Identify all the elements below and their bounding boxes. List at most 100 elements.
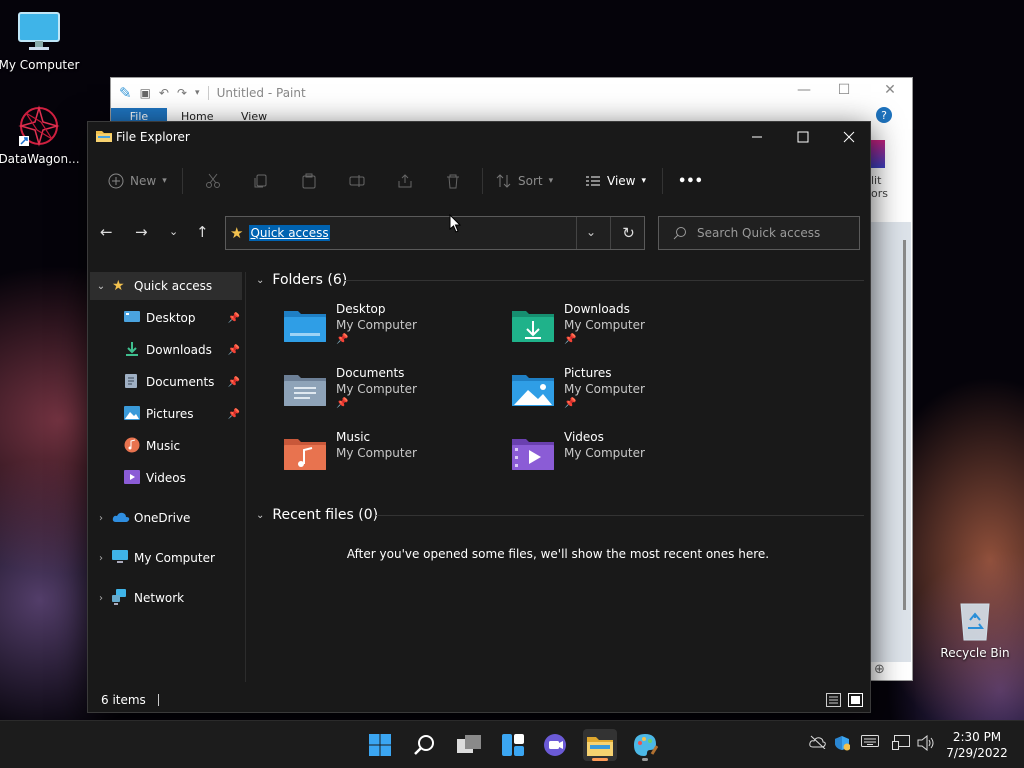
- tab-home[interactable]: Home: [181, 108, 213, 123]
- tab-file[interactable]: File: [111, 108, 167, 123]
- copy-button[interactable]: [253, 170, 269, 192]
- paint-title-bar[interactable]: ✎ ▣ ↶ ↷ ▾ Untitled - Paint — ☐ ✕: [111, 78, 912, 108]
- share-button[interactable]: [397, 170, 413, 192]
- folder-tile-documents[interactable]: Documents My Computer 📌: [284, 366, 504, 422]
- security-shield-icon[interactable]: [834, 735, 851, 755]
- desktop-icon-label: DataWagon...: [0, 152, 80, 166]
- desktop-icon-recycle-bin[interactable]: Recycle Bin: [933, 598, 1017, 660]
- details-view-icon[interactable]: [826, 693, 841, 710]
- pin-icon[interactable]: 📌: [228, 313, 240, 324]
- desktop-icon-datawagon[interactable]: DataWagon...: [0, 104, 81, 166]
- task-view-button[interactable]: [452, 729, 486, 761]
- sidebar-item-network[interactable]: › Network: [90, 584, 242, 612]
- expand-chevron-icon[interactable]: ›: [90, 553, 112, 564]
- folder-tile-downloads[interactable]: Downloads My Computer 📌: [512, 302, 732, 358]
- close-icon[interactable]: ✕: [875, 82, 905, 98]
- pin-icon[interactable]: 📌: [228, 345, 240, 356]
- chat-camera-icon: [544, 734, 566, 756]
- close-button[interactable]: [826, 122, 872, 152]
- search-box[interactable]: Search Quick access: [658, 216, 860, 250]
- paste-button[interactable]: [301, 170, 317, 192]
- sidebar-item-downloads[interactable]: Downloads 📌: [90, 336, 242, 364]
- cut-button[interactable]: [205, 170, 221, 192]
- sidebar-item-quick-access[interactable]: ⌄ ★ Quick access: [90, 272, 242, 300]
- search-placeholder[interactable]: Search Quick access: [697, 226, 820, 240]
- undo-icon[interactable]: ↶: [159, 86, 169, 100]
- folder-tile-music[interactable]: Music My Computer: [284, 430, 504, 486]
- desktop-icon-label: My Computer: [0, 58, 80, 72]
- address-dropdown-chevron-icon[interactable]: ⌄: [586, 225, 596, 239]
- sort-button[interactable]: Sort ▾: [496, 170, 553, 192]
- recent-locations-chevron-icon[interactable]: ⌄: [169, 225, 178, 238]
- collapse-chevron-icon[interactable]: ⌄: [256, 275, 264, 286]
- scrollbar[interactable]: [903, 240, 906, 610]
- music-folder-icon: [284, 436, 326, 470]
- up-arrow-icon[interactable]: ↑: [196, 223, 209, 241]
- address-text[interactable]: Quick access: [249, 225, 330, 241]
- start-button[interactable]: [363, 729, 397, 761]
- pin-icon: 📌: [564, 398, 577, 409]
- pin-icon[interactable]: 📌: [228, 409, 240, 420]
- search-button[interactable]: [408, 729, 442, 761]
- cloud-offline-icon[interactable]: [809, 735, 827, 753]
- file-explorer-taskbar-button[interactable]: [583, 729, 617, 761]
- refresh-icon[interactable]: ↻: [610, 217, 646, 249]
- folder-app-icon: [96, 129, 112, 146]
- expand-chevron-icon[interactable]: ⌄: [90, 281, 112, 292]
- recent-files-section-header[interactable]: ⌄ Recent files (0): [256, 507, 378, 523]
- large-icons-view-icon[interactable]: [848, 693, 863, 710]
- sidebar-item-music[interactable]: Music: [90, 432, 242, 460]
- sidebar-item-videos[interactable]: Videos: [90, 464, 242, 492]
- view-button[interactable]: View ▾: [585, 170, 646, 192]
- clock-time: 2:30 PM: [952, 730, 1002, 744]
- collapse-chevron-icon[interactable]: ⌄: [256, 510, 264, 521]
- new-button[interactable]: New ▾: [108, 170, 167, 192]
- more-options-button[interactable]: •••: [678, 170, 703, 192]
- view-list-icon: [586, 176, 600, 186]
- sidebar-item-desktop[interactable]: Desktop 📌: [90, 304, 242, 332]
- expand-chevron-icon[interactable]: ›: [90, 513, 112, 524]
- folder-tile-pictures[interactable]: Pictures My Computer 📌: [512, 366, 732, 422]
- redo-icon[interactable]: ↷: [177, 86, 187, 100]
- chevron-down-icon: ▾: [548, 176, 554, 186]
- zoom-in-icon[interactable]: ⊕: [874, 662, 885, 677]
- pin-icon[interactable]: 📌: [228, 377, 240, 388]
- color-swatch[interactable]: [871, 140, 885, 168]
- volume-icon[interactable]: [917, 734, 935, 755]
- network-monitor-icon[interactable]: [892, 735, 910, 755]
- address-bar[interactable]: ★ Quick access ⌄ ↻: [225, 216, 645, 250]
- sidebar-item-my-computer[interactable]: › My Computer: [90, 544, 242, 572]
- expand-chevron-icon[interactable]: ›: [90, 593, 112, 604]
- folder-tile-desktop[interactable]: Desktop My Computer 📌: [284, 302, 504, 358]
- chat-button[interactable]: [539, 729, 573, 761]
- search-icon: [673, 227, 686, 240]
- rename-button[interactable]: [349, 170, 365, 192]
- widgets-button[interactable]: [496, 729, 530, 761]
- folder-tile-videos[interactable]: Videos My Computer: [512, 430, 732, 486]
- file-explorer-window[interactable]: File Explorer New ▾ Sort ▾ View ▾ ••• ← …: [87, 121, 871, 713]
- sidebar-item-pictures[interactable]: Pictures 📌: [90, 400, 242, 428]
- maximize-button[interactable]: [780, 122, 826, 152]
- clock[interactable]: 2:30 PM 7/29/2022: [946, 729, 1008, 761]
- maximize-icon[interactable]: ☐: [829, 82, 859, 98]
- quick-access-dropdown-icon[interactable]: ▾: [195, 88, 200, 98]
- delete-button[interactable]: [445, 170, 461, 192]
- save-icon[interactable]: ▣: [140, 86, 151, 100]
- sidebar-item-onedrive[interactable]: › OneDrive: [90, 504, 242, 532]
- help-icon[interactable]: ?: [875, 106, 897, 128]
- sidebar-item-documents[interactable]: Documents 📌: [90, 368, 242, 396]
- explorer-title-bar[interactable]: File Explorer: [88, 122, 870, 152]
- minimize-icon[interactable]: —: [789, 82, 819, 98]
- desktop-icon-my-computer[interactable]: My Computer: [0, 10, 81, 72]
- scissors-icon: [206, 173, 220, 188]
- back-arrow-icon[interactable]: ←: [100, 223, 113, 241]
- paint-taskbar-button[interactable]: [628, 729, 662, 761]
- tab-view[interactable]: View: [241, 108, 267, 123]
- clock-date: 7/29/2022: [946, 746, 1008, 760]
- monitor-icon: [17, 10, 61, 54]
- keyboard-icon[interactable]: [861, 735, 879, 751]
- minimize-button[interactable]: [734, 122, 780, 152]
- recent-empty-message: After you've opened some files, we'll sh…: [346, 547, 770, 561]
- folders-section-header[interactable]: ⌄ Folders (6): [256, 272, 347, 288]
- forward-arrow-icon[interactable]: →: [135, 223, 148, 241]
